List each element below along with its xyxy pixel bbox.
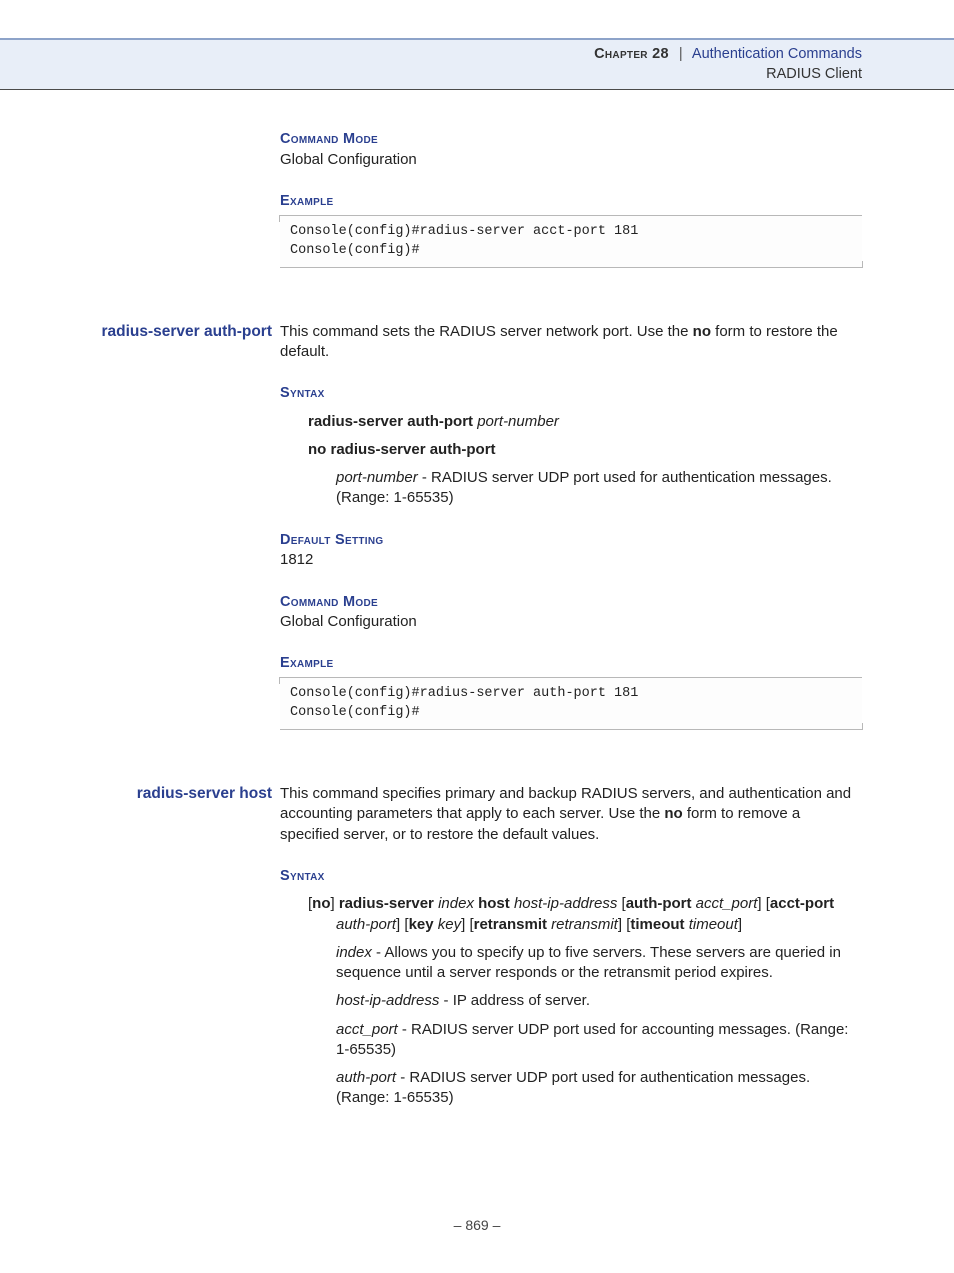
intro-text: This command sets the RADIUS server netw… <box>280 323 693 340</box>
chapter-title: Authentication Commands <box>692 46 862 62</box>
header-section: RADIUS Client <box>0 65 862 85</box>
default-setting-value: 1812 <box>280 550 862 570</box>
syntax-no-form: no radius-server auth-port <box>308 441 496 458</box>
param-desc: - RADIUS server UDP port used for accoun… <box>336 1021 848 1058</box>
example-label: Example <box>280 192 862 212</box>
command-mode-value: Global Configuration <box>280 612 862 632</box>
syntax-arg: port-number <box>477 413 559 430</box>
param-name: index <box>336 944 372 961</box>
command-heading-host: radius-server host <box>92 784 280 805</box>
example-label: Example <box>280 654 862 674</box>
param-name: host-ip-address <box>336 992 439 1009</box>
param-name: auth-port <box>336 1069 396 1086</box>
param-desc: - Allows you to specify up to five serve… <box>336 944 841 981</box>
syntax-command: radius-server auth-port <box>308 413 473 430</box>
page-content: Command Mode Global Configuration Exampl… <box>0 90 954 1108</box>
param-name: port-number <box>336 469 418 486</box>
command-mode-value: Global Configuration <box>280 150 862 170</box>
intro-no: no <box>693 323 711 340</box>
page-header: Chapter 28 | Authentication Commands RAD… <box>0 38 954 90</box>
code-block: Console(config)#radius-server acct-port … <box>280 215 862 268</box>
param-desc: - RADIUS server UDP port used for authen… <box>336 1069 810 1106</box>
command-mode-label: Command Mode <box>280 593 862 613</box>
default-setting-label: Default Setting <box>280 531 862 551</box>
header-separator: | <box>679 46 683 62</box>
intro-no: no <box>664 805 682 822</box>
syntax-label: Syntax <box>280 867 862 887</box>
chapter-label: Chapter 28 <box>594 46 669 62</box>
code-block: Console(config)#radius-server auth-port … <box>280 677 862 730</box>
param-desc: - IP address of server. <box>439 992 590 1009</box>
syntax-line: [no] radius-server index host host-ip-ad… <box>280 894 862 935</box>
param-name: acct_port <box>336 1021 398 1038</box>
command-mode-label: Command Mode <box>280 130 862 150</box>
page-number: – 869 – <box>0 1217 954 1233</box>
command-heading-auth-port: radius-server auth-port <box>92 322 280 343</box>
syntax-label: Syntax <box>280 384 862 404</box>
